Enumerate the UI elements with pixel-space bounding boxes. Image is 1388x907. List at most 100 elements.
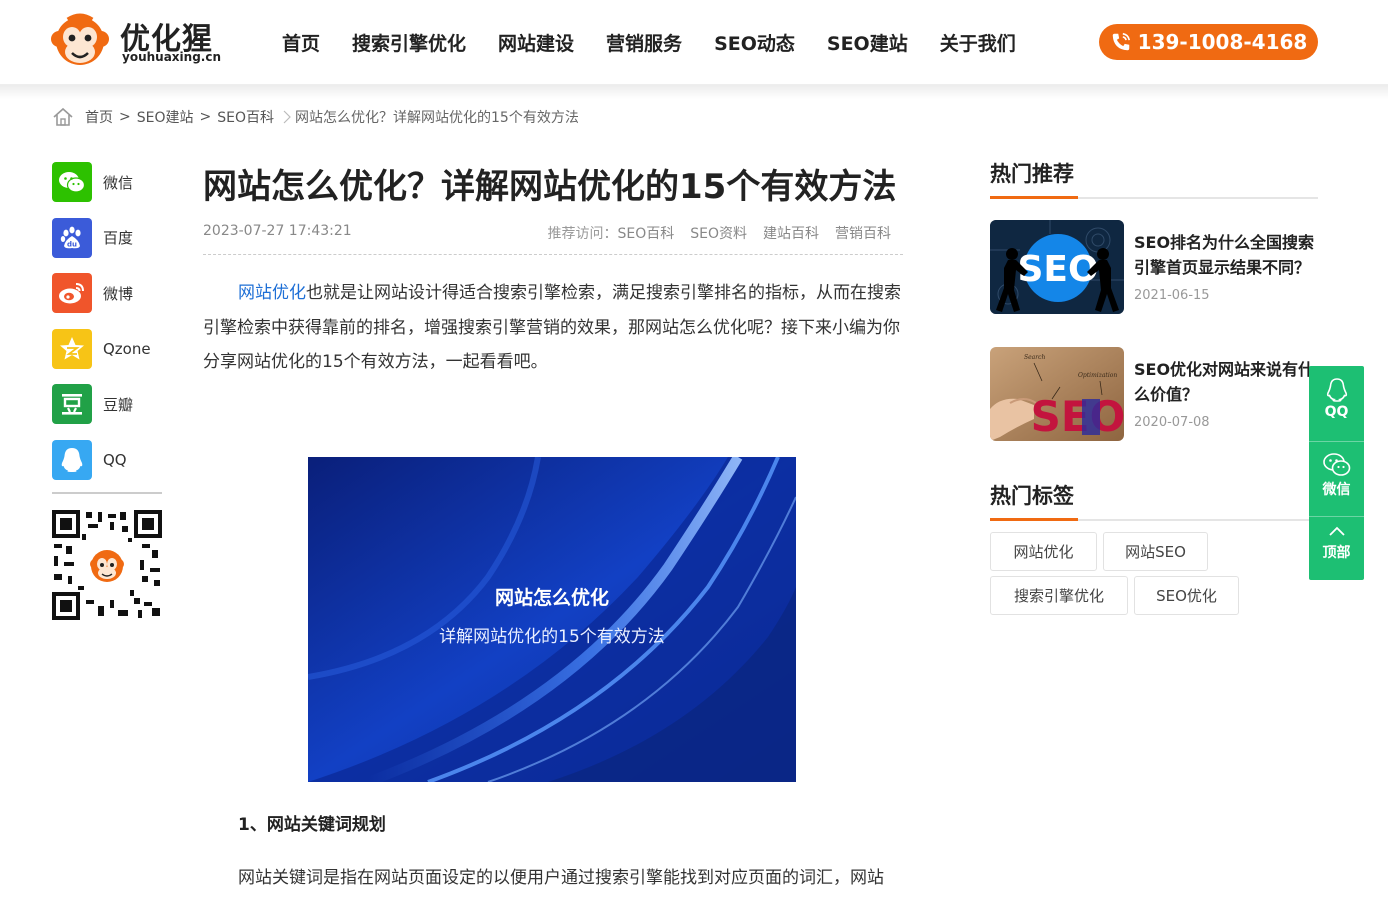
blue-waves-image bbox=[308, 457, 796, 782]
float-wechat-button[interactable]: 微信 bbox=[1309, 451, 1364, 499]
hot-item[interactable]: Search Optimization SEO SEO优化对网站来说有什么价值？… bbox=[990, 347, 1318, 441]
hot-item-thumbnail: Search Optimization SEO bbox=[990, 347, 1124, 441]
title-accent-bar bbox=[990, 518, 1078, 521]
baidu-icon: du bbox=[52, 217, 92, 258]
phone-number: 139-1008-4168 bbox=[1137, 30, 1308, 54]
nav-item-about[interactable]: 关于我们 bbox=[940, 29, 1016, 56]
header-shadow bbox=[0, 85, 1388, 99]
back-to-top-label: 顶部 bbox=[1322, 545, 1351, 561]
recommend-tags: 推荐访问： SEO百科 SEO资料 建站百科 营销百科 bbox=[547, 223, 891, 254]
share-label: QQ bbox=[103, 450, 127, 469]
article-hero-image: 网站怎么优化 详解网站优化的15个有效方法 bbox=[308, 457, 796, 782]
float-qq-label: QQ bbox=[1324, 404, 1349, 420]
hot-item-date: 2020-07-08 bbox=[1134, 415, 1210, 430]
qq-icon bbox=[1326, 378, 1347, 402]
phone-icon bbox=[1112, 32, 1130, 51]
breadcrumb-home[interactable]: 首页 bbox=[85, 107, 113, 127]
main-nav: 首页 搜索引擎优化 网站建设 营销服务 SEO动态 SEO建站 关于我们 bbox=[282, 29, 1048, 56]
tag-website-optimization[interactable]: 网站优化 bbox=[990, 532, 1097, 571]
site-header: 优化猩 youhuaxing.cn 首页 搜索引擎优化 网站建设 营销服务 SE… bbox=[0, 0, 1388, 85]
breadcrumb-current: 网站怎么优化？详解网站优化的15个有效方法 bbox=[295, 110, 579, 126]
nav-item-seo[interactable]: 搜索引擎优化 bbox=[352, 29, 466, 56]
logo-domain: youhuaxing.cn bbox=[122, 50, 221, 64]
share-baidu[interactable]: du 百度 bbox=[52, 217, 162, 258]
home-icon bbox=[53, 107, 73, 126]
nav-item-seo-news[interactable]: SEO动态 bbox=[714, 29, 795, 56]
recommend-label: 推荐访问： bbox=[547, 226, 618, 242]
site-logo[interactable]: 优化猩 youhuaxing.cn bbox=[50, 12, 221, 72]
chevron-right-icon bbox=[283, 110, 291, 124]
breadcrumb-separator: > bbox=[119, 109, 131, 125]
breadcrumb-separator: > bbox=[199, 109, 212, 125]
seo-people-image: SEO bbox=[990, 220, 1124, 314]
back-to-top-button[interactable]: 顶部 bbox=[1309, 524, 1364, 562]
hot-tags-header: 热门标签 bbox=[990, 480, 1318, 521]
recommend-tag-seo-wiki[interactable]: SEO百科 bbox=[617, 223, 674, 254]
tag-website-seo[interactable]: 网站SEO bbox=[1103, 532, 1208, 571]
hot-item[interactable]: SEO SEO排名为什么全国搜索引擎首页显示结果不同？ 2021-06-15 bbox=[990, 220, 1318, 314]
share-label: 百度 bbox=[103, 229, 134, 248]
float-qq-button[interactable]: QQ bbox=[1309, 376, 1364, 420]
svg-text:du: du bbox=[67, 240, 77, 248]
share-qq[interactable]: QQ bbox=[52, 439, 162, 480]
article: 网站怎么优化？详解网站优化的15个有效方法 2023-07-27 17:43:2… bbox=[203, 163, 903, 888]
float-divider bbox=[1309, 516, 1364, 517]
title-accent-bar bbox=[990, 196, 1078, 199]
hot-item-title: SEO排名为什么全国搜索引擎首页显示结果不同？ bbox=[1134, 233, 1315, 277]
hero-heading: 网站怎么优化 bbox=[494, 587, 609, 609]
hero-subheading: 详解网站优化的15个有效方法 bbox=[439, 627, 665, 647]
float-divider bbox=[1309, 441, 1364, 442]
breadcrumb-seo-build[interactable]: SEO建站 bbox=[137, 107, 194, 127]
article-intro: 网站优化也就是让网站设计得适合搜索引擎检索，满足搜索引擎排名的指标，从而在搜索引… bbox=[203, 276, 903, 380]
seo-hand-image: Search Optimization SEO bbox=[990, 347, 1124, 441]
phone-button[interactable]: 139-1008-4168 bbox=[1099, 24, 1318, 60]
nav-item-home[interactable]: 首页 bbox=[282, 29, 320, 56]
share-label: 豆瓣 bbox=[103, 395, 134, 414]
breadcrumb: 首页 > SEO建站 > SEO百科 网站怎么优化？详解网站优化的15个有效方法 bbox=[52, 107, 579, 127]
hot-item-date: 2021-06-15 bbox=[1134, 288, 1210, 303]
hot-item-thumbnail: SEO bbox=[990, 220, 1124, 314]
share-weibo[interactable]: 微博 bbox=[52, 273, 162, 314]
share-label: Qzone bbox=[103, 339, 151, 358]
breadcrumb-seo-wiki[interactable]: SEO百科 bbox=[217, 107, 274, 127]
sidebar: 热门推荐 SEO SEO排名为什么全国搜索引擎首页显示结果不同？ 2021-06… bbox=[990, 158, 1318, 615]
nav-item-website-build[interactable]: 网站建设 bbox=[498, 29, 574, 56]
hot-recommend-header: 热门推荐 bbox=[990, 158, 1318, 199]
intro-text: 也就是让网站设计得适合搜索引擎检索，满足搜索引擎排名的指标，从而在搜索引擎检索中… bbox=[203, 283, 901, 372]
share-douban[interactable]: 豆瓣 bbox=[52, 384, 162, 425]
article-meta: 2023-07-27 17:43:21 推荐访问： SEO百科 SEO资料 建站… bbox=[203, 223, 903, 255]
nav-item-seo-build[interactable]: SEO建站 bbox=[827, 29, 908, 56]
qzone-icon bbox=[52, 328, 92, 369]
share-qzone[interactable]: Qzone bbox=[52, 328, 162, 369]
hot-tags-title: 热门标签 bbox=[990, 484, 1074, 508]
nav-item-marketing[interactable]: 营销服务 bbox=[606, 29, 682, 56]
hot-thumb-text: SEO bbox=[1017, 249, 1098, 290]
article-date: 2023-07-27 17:43:21 bbox=[203, 223, 352, 239]
hot-item-title: SEO优化对网站来说有什么价值？ bbox=[1134, 360, 1315, 404]
recommend-tag-seo-material[interactable]: SEO资料 bbox=[690, 223, 747, 254]
tag-search-engine-optimization[interactable]: 搜索引擎优化 bbox=[990, 576, 1128, 615]
douban-icon bbox=[52, 384, 92, 425]
section-heading: 1、网站关键词规划 bbox=[238, 815, 386, 835]
tag-seo-optimization[interactable]: SEO优化 bbox=[1134, 576, 1239, 615]
share-panel: 微信 du 百度 微博 Qzone 豆瓣 QQ bbox=[52, 162, 162, 620]
wechat-icon bbox=[52, 162, 92, 202]
hot-recommend-title: 热门推荐 bbox=[990, 162, 1074, 186]
section-paragraph: 网站关键词是指在网站页面设定的以便用户通过搜索引擎能找到对应页面的词汇，网站 bbox=[238, 868, 884, 888]
thumb-small-text: Optimization bbox=[1078, 372, 1117, 379]
share-label: 微信 bbox=[103, 173, 134, 192]
qq-icon bbox=[52, 439, 92, 480]
recommend-tag-build-wiki[interactable]: 建站百科 bbox=[763, 223, 819, 254]
share-wechat[interactable]: 微信 bbox=[52, 162, 162, 202]
share-divider bbox=[52, 491, 162, 494]
weibo-icon bbox=[52, 273, 92, 314]
thumb-small-text: Search bbox=[1024, 354, 1045, 361]
share-label: 微博 bbox=[103, 284, 134, 303]
monkey-logo-icon bbox=[51, 13, 109, 65]
recommend-tag-marketing-wiki[interactable]: 营销百科 bbox=[835, 223, 891, 254]
wechat-icon bbox=[1322, 453, 1350, 476]
intro-link[interactable]: 网站优化 bbox=[238, 283, 306, 303]
floating-contact-bar: QQ 微信 顶部 bbox=[1309, 366, 1364, 580]
article-title: 网站怎么优化？详解网站优化的15个有效方法 bbox=[203, 167, 897, 207]
qr-code-icon bbox=[52, 509, 162, 620]
